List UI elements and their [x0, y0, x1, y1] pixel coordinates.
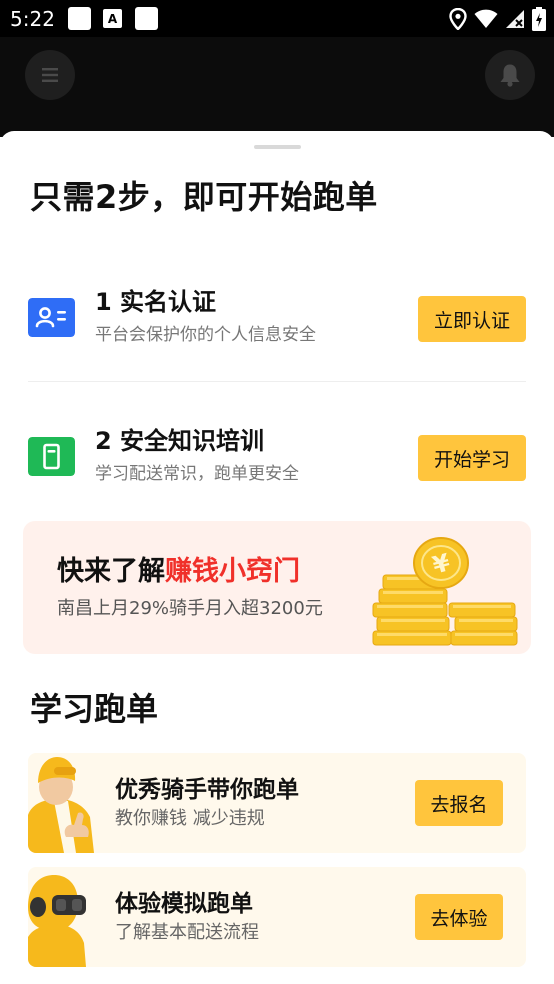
step-safety-training: 2 安全知识培训 学习配送常识，跑单更安全 开始学习	[28, 415, 526, 495]
learn-section-title: 学习跑单	[30, 690, 159, 728]
learn-card-title: 优秀骑手带你跑单	[115, 777, 299, 803]
bell-icon	[500, 64, 520, 87]
gold-coins-illustration: ¥	[372, 537, 518, 646]
menu-icon	[42, 68, 58, 82]
document-icon	[28, 437, 75, 476]
verify-now-button[interactable]: 立即认证	[418, 296, 526, 342]
a-letter-icon: A	[103, 9, 122, 28]
promo-subtitle: 南昌上月29%骑手月入超3200元	[57, 598, 323, 619]
step-title: 2 安全知识培训	[95, 427, 265, 455]
step-real-name-verification: 1 实名认证 平台会保护你的个人信息安全 立即认证	[28, 276, 526, 356]
app-notification-icon	[135, 7, 158, 30]
learn-card-mentor[interactable]: 优秀骑手带你跑单 教你赚钱 减少违规 去报名	[28, 753, 526, 853]
rider-thumbs-up-illustration	[28, 757, 94, 853]
learn-card-title: 体验模拟跑单	[115, 891, 253, 917]
promo-title-prefix: 快来了解	[57, 556, 165, 587]
try-simulation-button[interactable]: 去体验	[415, 894, 503, 940]
earning-tips-banner[interactable]: 快来了解赚钱小窍门 南昌上月29%骑手月入超3200元 ¥	[23, 521, 531, 654]
battery-icon	[532, 7, 546, 31]
learn-card-subtitle: 了解基本配送流程	[115, 922, 259, 943]
start-learning-button[interactable]: 开始学习	[418, 435, 526, 481]
divider	[28, 381, 526, 382]
promo-title-highlight: 赚钱小窍门	[165, 556, 300, 587]
learn-card-subtitle: 教你赚钱 减少违规	[115, 808, 265, 829]
cellular-signal-icon	[506, 10, 524, 28]
step-subtitle: 平台会保护你的个人信息安全	[95, 325, 316, 345]
status-time: 5:22	[10, 7, 55, 31]
sheet-title: 只需2步，即可开始跑单	[30, 178, 378, 216]
promo-title: 快来了解赚钱小窍门	[57, 555, 300, 589]
onboarding-sheet: 只需2步，即可开始跑单 1 实名认证 平台会保护你的个人信息安全 立即认证 2 …	[0, 131, 554, 984]
learn-card-simulation[interactable]: 体验模拟跑单 了解基本配送流程 去体验	[28, 867, 526, 967]
location-icon	[449, 8, 467, 30]
app-notification-icon	[68, 7, 91, 30]
menu-button[interactable]	[25, 50, 75, 100]
step-title: 1 实名认证	[95, 288, 217, 316]
step-subtitle: 学习配送常识，跑单更安全	[95, 464, 299, 484]
wifi-icon	[474, 9, 498, 28]
status-bar: 5:22 A	[0, 0, 554, 37]
sign-up-button[interactable]: 去报名	[415, 780, 503, 826]
rider-vr-headset-illustration	[28, 875, 86, 967]
notification-button[interactable]	[485, 50, 535, 100]
id-card-icon	[28, 298, 75, 337]
svg-text:A: A	[108, 12, 118, 26]
map-backdrop	[0, 37, 554, 137]
sheet-drag-handle[interactable]	[254, 145, 301, 149]
